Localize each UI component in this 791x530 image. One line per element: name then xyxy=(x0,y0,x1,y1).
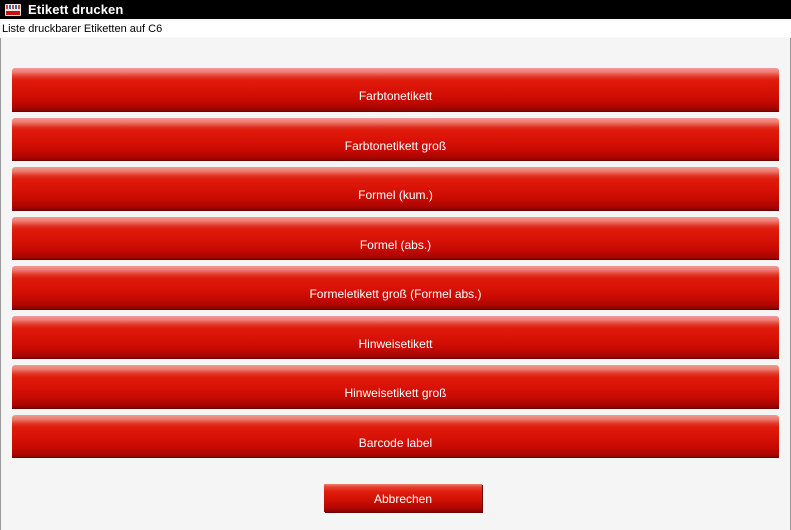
cancel-button[interactable]: Abbrechen xyxy=(324,484,482,512)
etikett-drucken-window: Etikett drucken Liste druckbarer Etikett… xyxy=(0,0,791,530)
label-button-farbtonetikett-gross[interactable]: Farbtonetikett groß xyxy=(12,117,779,160)
label-button-farbtonetikett[interactable]: Farbtonetikett xyxy=(12,68,779,111)
label-panel: Farbtonetikett Farbtonetikett groß Forme… xyxy=(0,38,791,530)
label-button-hinweisetikett-gross[interactable]: Hinweisetikett groß xyxy=(12,365,779,408)
app-icon xyxy=(5,3,21,16)
label-button-formeletikett-gross[interactable]: Formeletikett groß (Formel abs.) xyxy=(12,266,779,309)
title-bar: Etikett drucken xyxy=(0,0,791,19)
label-button-hinweisetikett[interactable]: Hinweisetikett xyxy=(12,315,779,358)
label-list: Farbtonetikett Farbtonetikett groß Forme… xyxy=(12,68,779,457)
label-button-barcode-label[interactable]: Barcode label xyxy=(12,414,779,457)
window-title: Etikett drucken xyxy=(28,2,124,17)
label-button-formel-kum[interactable]: Formel (kum.) xyxy=(12,167,779,210)
label-button-formel-abs[interactable]: Formel (abs.) xyxy=(12,216,779,259)
list-caption: Liste druckbarer Etiketten auf C6 xyxy=(2,21,791,37)
